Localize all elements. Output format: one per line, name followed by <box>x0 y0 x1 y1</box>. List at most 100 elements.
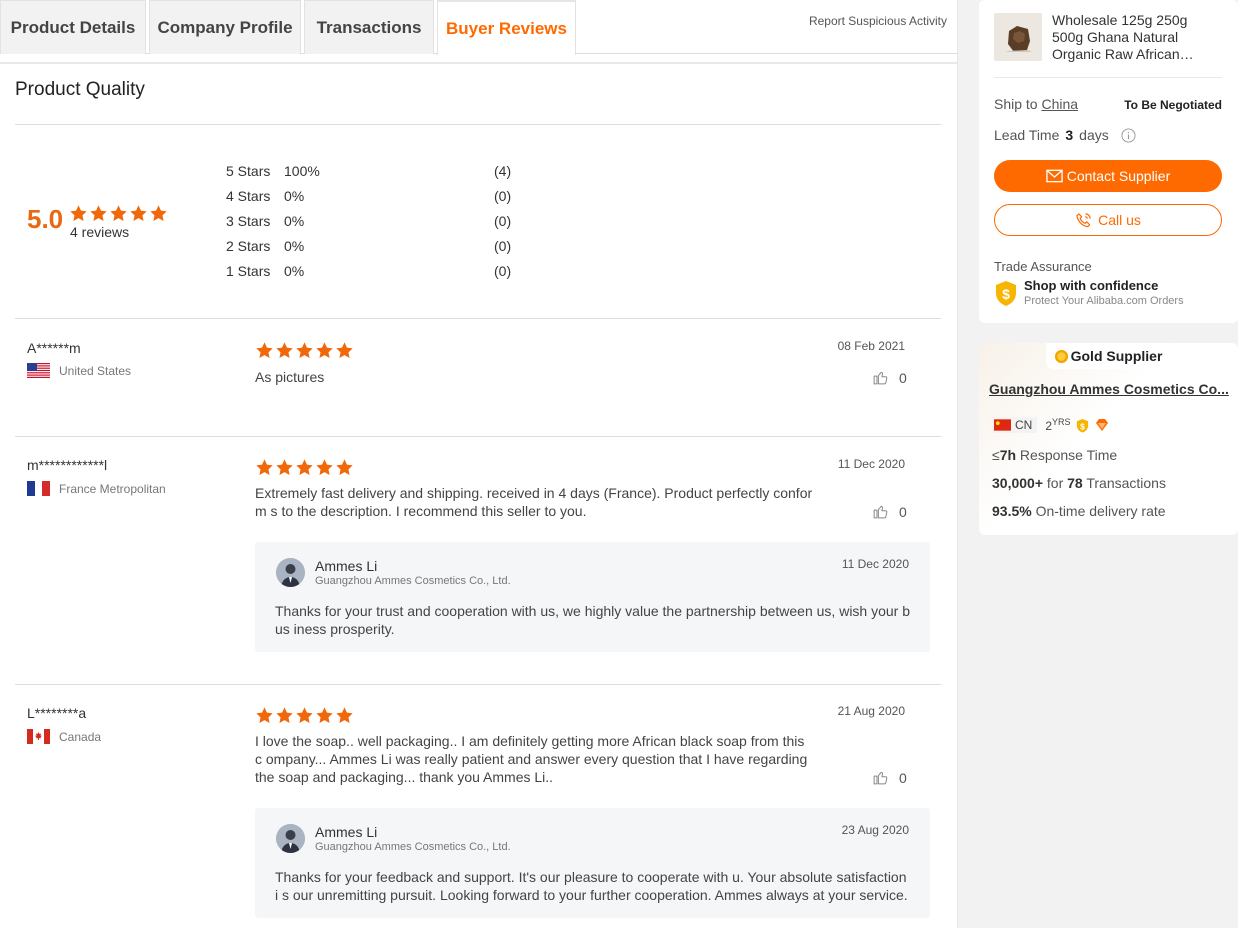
reviewer-name: L********a <box>27 705 87 721</box>
country-name: Canada <box>59 729 102 744</box>
review-text: I love the soap.. well packaging.. I am … <box>255 733 808 785</box>
transactions-for: for <box>1046 475 1064 491</box>
transactions-label: Transactions <box>1086 475 1166 491</box>
tab-product-details[interactable]: Product Details <box>0 0 146 54</box>
star-icon <box>149 204 168 223</box>
supplier-reply: Ammes Li Guangzhou Ammes Cosmetics Co., … <box>255 542 930 652</box>
trade-assurance-subtitle: Protect Your Alibaba.com Orders <box>1024 295 1184 307</box>
star-icon <box>275 706 294 725</box>
product-thumbnail[interactable] <box>994 13 1042 61</box>
like-count: 0 <box>899 369 907 386</box>
star-icon <box>89 204 108 223</box>
response-prefix: ≤ <box>992 447 1000 463</box>
lead-time-label: Lead Time <box>994 127 1060 143</box>
tab-bar: Product Details Company Profile Transact… <box>0 0 957 55</box>
thumbs-up-icon <box>873 371 888 385</box>
trade-assurance-label: Trade Assurance <box>994 259 1092 274</box>
star-icon <box>275 458 294 477</box>
review-date: 11 Dec 2020 <box>837 457 905 471</box>
reviewer-country: France Metropolitan <box>27 481 166 496</box>
thumbs-up-icon <box>873 771 888 785</box>
call-us-button[interactable]: Call us <box>994 204 1222 236</box>
trade-assurance-title: Shop with confidence <box>1024 278 1159 293</box>
country-pill: CN <box>992 417 1038 433</box>
product-title[interactable]: Wholesale 125g 250g 500g Ghana Natural O… <box>1052 12 1202 63</box>
gold-supplier-label: Gold Supplier <box>1070 348 1163 364</box>
review-date: 21 Aug 2020 <box>837 704 905 718</box>
transactions-count: 78 <box>1067 475 1083 491</box>
ship-country-link[interactable]: China <box>1041 96 1078 112</box>
contact-supplier-label: Contact Supplier <box>1066 168 1171 184</box>
tab-company-profile[interactable]: Company Profile <box>149 0 301 54</box>
avatar <box>276 558 305 587</box>
reviewer-name: m************l <box>27 457 108 473</box>
report-suspicious-link[interactable]: Report Suspicious Activity <box>809 14 947 28</box>
rating-row-percent: 0% <box>284 213 305 229</box>
star-icon <box>335 458 354 477</box>
country-code: CN <box>1015 418 1033 432</box>
ontime-label: On-time delivery rate <box>1035 503 1166 519</box>
review-stars <box>255 341 354 360</box>
rating-row-label: 2 Stars <box>226 238 271 254</box>
response-value: 7h <box>999 447 1017 463</box>
years-in-business: 2YRS <box>1045 417 1070 433</box>
years-unit: YRS <box>1052 417 1071 427</box>
reply-company: Guangzhou Ammes Cosmetics Co., Ltd. <box>315 575 511 587</box>
star-icon <box>255 706 274 725</box>
average-rating: 5.0 <box>27 204 64 234</box>
trade-assurance-shield-icon: $ <box>994 280 1018 307</box>
canada-flag-icon <box>27 729 50 744</box>
star-icon <box>315 341 334 360</box>
review-stars <box>255 706 354 725</box>
reviewer-country: United States <box>27 363 131 378</box>
rating-row-percent: 0% <box>284 263 305 279</box>
star-icon <box>295 341 314 360</box>
star-icon <box>69 204 88 223</box>
like-button[interactable]: 0 <box>872 503 907 520</box>
us-flag-icon <box>27 363 50 378</box>
star-icon <box>335 706 354 725</box>
star-icon <box>109 204 128 223</box>
star-icon <box>255 458 274 477</box>
gold-medal-icon <box>1054 349 1068 363</box>
diamond-icon <box>1095 419 1108 431</box>
product-card: Wholesale 125g 250g 500g Ghana Natural O… <box>979 0 1238 323</box>
contact-supplier-button[interactable]: Contact Supplier <box>994 160 1222 192</box>
tab-divider <box>0 54 957 64</box>
france-flag-icon <box>27 481 50 496</box>
supplier-name-link[interactable]: Guangzhou Ammes Cosmetics Co... <box>989 381 1229 397</box>
tab-transactions[interactable]: Transactions <box>304 0 434 54</box>
price-negotiated: To Be Negotiated <box>1124 98 1222 112</box>
transactions-stat: 30,000+ for 78 Transactions <box>992 475 1166 491</box>
lead-time-unit: days <box>1079 127 1109 143</box>
star-icon <box>315 458 334 477</box>
like-button[interactable]: 0 <box>872 369 907 386</box>
svg-text:$: $ <box>1002 286 1010 302</box>
rating-row-label: 4 Stars <box>226 188 271 204</box>
ontime-delivery: 93.5% On-time delivery rate <box>992 503 1166 519</box>
reply-company: Guangzhou Ammes Cosmetics Co., Ltd. <box>315 841 511 853</box>
star-icon <box>129 204 148 223</box>
info-icon[interactable] <box>1121 127 1136 143</box>
rating-row-percent: 0% <box>284 238 305 254</box>
review-stars <box>255 458 354 477</box>
like-button[interactable]: 0 <box>872 769 907 786</box>
country-name: United States <box>59 363 132 378</box>
response-label: Response Time <box>1019 447 1118 463</box>
call-us-label: Call us <box>1098 212 1141 228</box>
star-icon <box>295 458 314 477</box>
supplier-reply: Ammes Li Guangzhou Ammes Cosmetics Co., … <box>255 808 930 918</box>
reply-date: 11 Dec 2020 <box>841 557 909 571</box>
supplier-meta: CN 2YRS $ <box>992 417 1110 433</box>
star-icon <box>255 341 274 360</box>
reply-text: Thanks for your trust and cooperation wi… <box>275 603 911 637</box>
tab-buyer-reviews[interactable]: Buyer Reviews <box>437 0 576 55</box>
review-item: A******m United States 08 Feb 2021 As pi… <box>0 318 957 436</box>
rating-row-label: 3 Stars <box>226 213 271 229</box>
reviewer-country: Canada <box>27 729 101 744</box>
review-text: As pictures <box>255 369 325 385</box>
svg-text:$: $ <box>1080 421 1085 431</box>
lead-time-value: 3 <box>1065 127 1074 143</box>
rating-row-label: 1 Stars <box>226 263 271 279</box>
phone-icon <box>1076 212 1091 227</box>
